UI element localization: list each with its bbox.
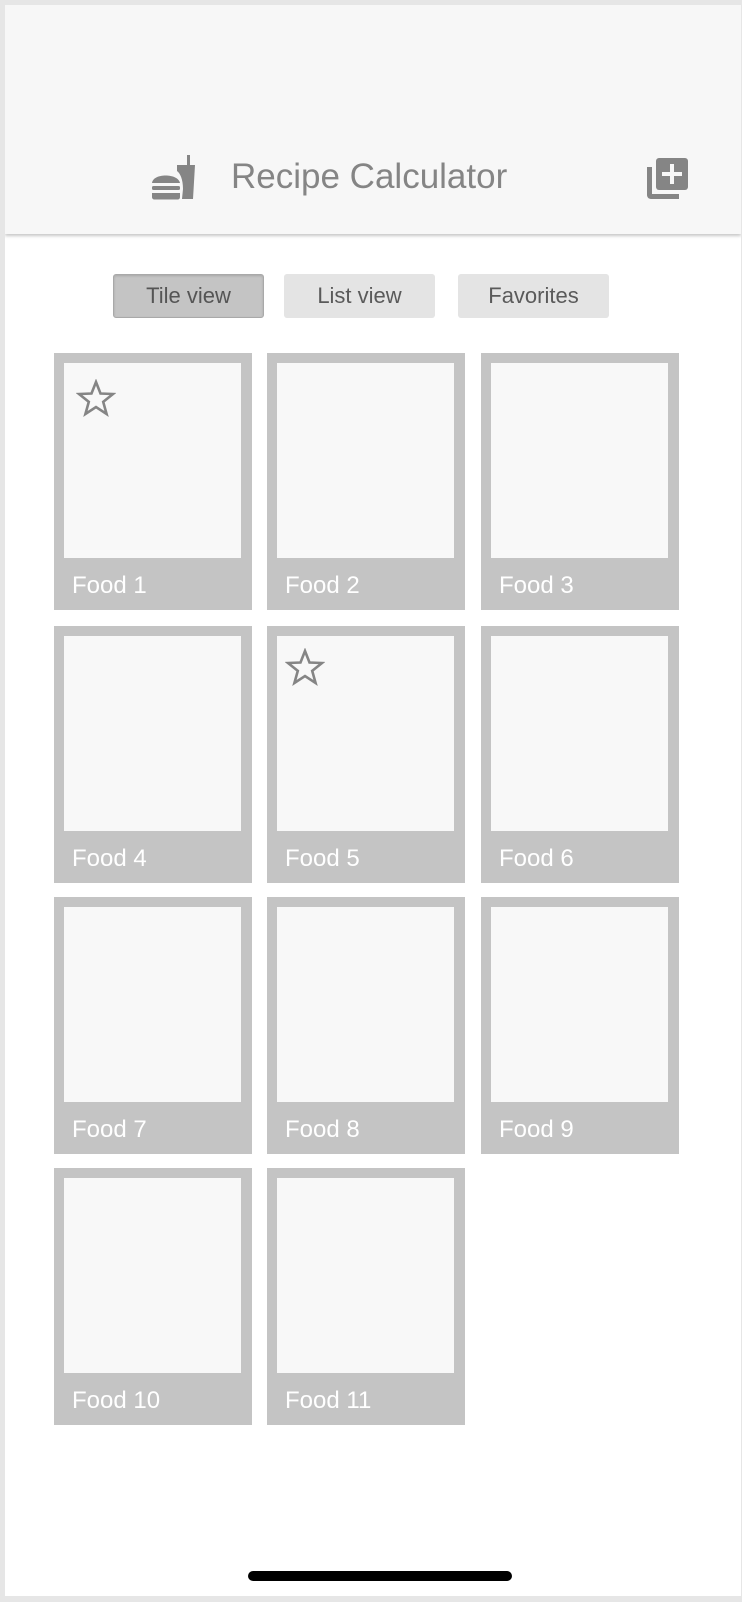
food-label: Food 1 [72,572,147,599]
food-tile[interactable]: Food 4 [54,626,252,883]
fastfood-icon [151,153,197,201]
home-indicator[interactable] [248,1571,512,1581]
food-label: Food 6 [499,845,574,872]
tile-view-label: Tile view [146,283,231,308]
food-image [277,363,454,558]
food-label: Food 9 [499,1116,574,1143]
food-label: Food 5 [285,845,360,872]
favorites-button[interactable]: Favorites [458,274,609,318]
food-tile[interactable]: Food 6 [481,626,679,883]
food-image [491,907,668,1102]
food-tile[interactable]: Food 10 [54,1168,252,1425]
food-tile[interactable]: Food 9 [481,897,679,1154]
app-screen: Recipe Calculator Tile view List view Fa… [5,5,741,1596]
star-outline-icon[interactable] [75,378,117,419]
food-tile[interactable]: Food 11 [267,1168,465,1425]
food-label: Food 3 [499,572,574,599]
food-label: Food 11 [285,1387,372,1414]
food-image [64,907,241,1102]
food-tile[interactable]: Food 7 [54,897,252,1154]
food-image [277,1178,454,1373]
tile-view-button[interactable]: Tile view [113,274,264,318]
food-tile[interactable]: Food 2 [267,353,465,610]
food-image [64,636,241,831]
food-tile[interactable]: Food 8 [267,897,465,1154]
food-label: Food 7 [72,1116,147,1143]
app-bar: Recipe Calculator [5,5,741,234]
food-tile[interactable]: Food 3 [481,353,679,610]
food-label: Food 2 [285,572,360,599]
food-label: Food 4 [72,845,147,872]
favorites-label: Favorites [488,283,579,308]
food-image [491,363,668,558]
food-tile[interactable]: Food 5 [267,626,465,883]
list-view-button[interactable]: List view [284,274,435,318]
app-title: Recipe Calculator [231,157,508,196]
food-image [64,1178,241,1373]
star-outline-icon[interactable] [284,647,326,688]
food-label: Food 10 [72,1387,161,1414]
food-label: Food 8 [285,1116,360,1143]
list-view-label: List view [317,283,402,308]
library-add-icon[interactable] [645,157,689,201]
food-tile[interactable]: Food 1 [54,353,252,610]
food-image [277,907,454,1102]
food-image [491,636,668,831]
